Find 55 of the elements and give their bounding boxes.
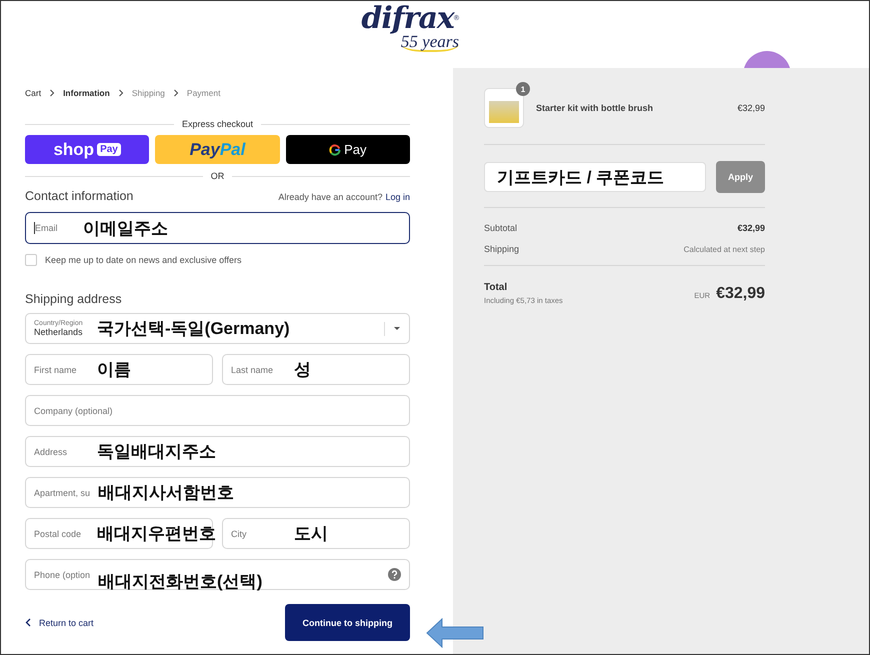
return-link[interactable]: Return to cart bbox=[25, 618, 94, 628]
brand-logo-wordmark: difrax bbox=[361, 3, 454, 34]
summary-label: Shipping bbox=[484, 244, 520, 254]
breadcrumb-link[interactable]: Information bbox=[63, 88, 110, 98]
breadcrumb-link[interactable]: Cart bbox=[25, 88, 42, 98]
annotation-text: 배대지사서함번호 bbox=[98, 482, 234, 504]
shop-pay-button[interactable]: shop Pay bbox=[25, 135, 150, 164]
help-icon bbox=[388, 568, 401, 581]
input-field[interactable]: City 도시 bbox=[222, 518, 410, 549]
checkbox-label: Keep me up to date on news and exclusive offers bbox=[45, 255, 242, 265]
continue-button[interactable]: Continue to shipping bbox=[285, 604, 410, 641]
chevron-right-icon bbox=[49, 89, 56, 97]
annotation-text: 이름 bbox=[97, 359, 131, 381]
photo-placeholder bbox=[489, 101, 519, 123]
annotation-text: 독일배대지주소 bbox=[97, 441, 216, 463]
product-price: €32,99 bbox=[737, 103, 765, 113]
login-link[interactable]: Log in bbox=[385, 192, 410, 202]
logo-tagline: 55 years bbox=[400, 32, 459, 52]
annotation-text: 배대지우편번호 bbox=[97, 523, 216, 545]
google-g-icon bbox=[329, 144, 342, 156]
shipping-note: Calculated at next step bbox=[684, 244, 765, 254]
field-value: Netherlands bbox=[34, 327, 84, 337]
checkbox[interactable] bbox=[25, 254, 37, 266]
google-pay-button[interactable]: Pay bbox=[286, 135, 410, 164]
chevron-right-icon bbox=[118, 89, 124, 97]
section-heading: Shipping address bbox=[25, 292, 123, 306]
input-field[interactable]: Postal code 배대지우편번호 bbox=[25, 518, 213, 549]
summary-label: Subtotal bbox=[484, 223, 518, 233]
dropdown-caret-icon bbox=[393, 326, 401, 331]
chevron-right-icon bbox=[172, 89, 179, 97]
annotation-text: 배대지전화번호(선택) bbox=[98, 571, 262, 593]
quantity-badge: 1 bbox=[516, 82, 530, 96]
account-prompt: Already have an account? bbox=[278, 192, 382, 202]
divider-label: OR bbox=[210, 171, 224, 181]
input-field[interactable]: Last name 성 bbox=[222, 354, 410, 385]
total-label: Total bbox=[484, 282, 508, 293]
annotation-text: 도시 bbox=[294, 523, 328, 545]
section-heading: Contact information bbox=[25, 189, 134, 203]
product-name: Starter kit with bottle brush bbox=[536, 103, 654, 113]
email-field[interactable]: Email 이메일주소 bbox=[25, 212, 410, 244]
left-arrow-annotation bbox=[426, 618, 484, 648]
input-field[interactable]: Phone (option 배대지전화번호(선택) bbox=[25, 559, 410, 590]
annotation-text: 성 bbox=[294, 359, 311, 381]
amount-value: €32,99 bbox=[737, 223, 765, 233]
chevron-left-icon bbox=[25, 618, 31, 627]
annotation-text: 이메일주소 bbox=[83, 218, 168, 240]
input-field[interactable]: Apartment, su 배대지사서함번호 bbox=[25, 477, 410, 508]
annotation-text: 기프트카드 / 쿠폰코드 bbox=[497, 166, 664, 188]
total-amount: €32,99 bbox=[716, 284, 765, 302]
input-field[interactable]: Address 독일배대지주소 bbox=[25, 436, 410, 467]
paypal-button[interactable]: PayPal bbox=[155, 135, 280, 164]
input-field[interactable]: First name 이름 bbox=[25, 354, 213, 385]
annotation-text: 국가선택-독일(Germany) bbox=[97, 318, 290, 340]
input-field[interactable]: Company (optional) bbox=[25, 395, 410, 426]
section-heading: Express checkout bbox=[182, 119, 254, 129]
